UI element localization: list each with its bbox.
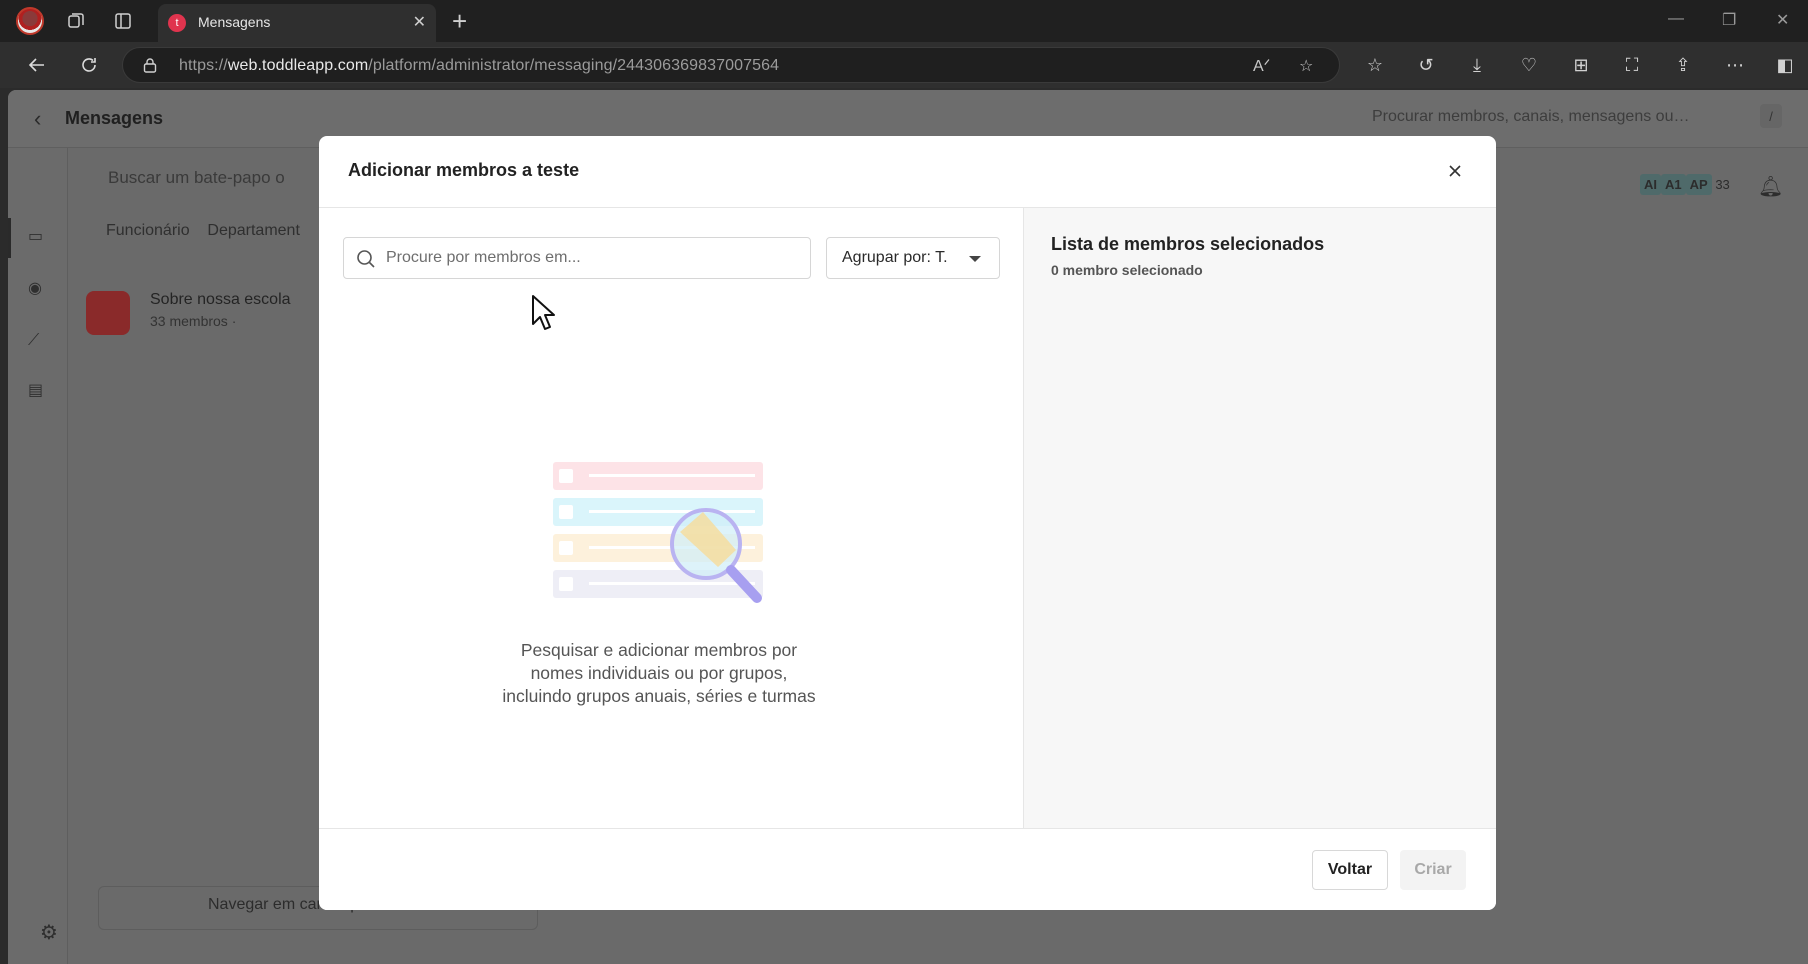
url-prefix: https:// xyxy=(179,57,228,74)
bell-icon[interactable]: 🔔︎ xyxy=(1758,174,1783,199)
empty-state-message: Pesquisar e adicionar membros por nomes … xyxy=(502,640,816,706)
mouse-cursor-icon xyxy=(532,295,555,330)
health-icon[interactable]: ♡ xyxy=(1516,52,1542,78)
more-icon[interactable]: ⋯ xyxy=(1722,52,1748,78)
global-search[interactable]: Procurar membros, canais, mensagens ou… xyxy=(1372,108,1689,126)
channel-subtitle: 33 membros · xyxy=(150,313,237,329)
avatar: AI xyxy=(1640,174,1661,195)
member-avatars[interactable]: AI A1 AP 33 xyxy=(1640,174,1730,195)
member-count: 33 xyxy=(1715,177,1730,192)
selected-members-pane: Lista de membros selecionados 0 membro s… xyxy=(1024,208,1496,828)
url-text[interactable]: https://web.toddleapp.com/platform/admin… xyxy=(179,57,779,75)
empty-search-illustration xyxy=(553,462,763,603)
search-pane: Agrupar por: T. Pes xyxy=(319,208,1024,828)
apps-icon[interactable]: ⊞ xyxy=(1568,52,1594,78)
share-icon[interactable]: ⇪ xyxy=(1670,52,1696,78)
sidebar-toggle-icon[interactable]: ◧ xyxy=(1772,52,1798,78)
selected-list-title: Lista de membros selecionados xyxy=(1051,234,1325,254)
chat-list: Buscar um bate-papo o Funcionário Depart… xyxy=(68,148,318,964)
search-icon xyxy=(357,250,375,268)
gear-icon[interactable]: ⚙ xyxy=(40,920,58,945)
left-rail: ▭ ◉ ⟋ ▤ xyxy=(8,148,68,964)
rail-active-indicator xyxy=(8,218,11,258)
avatar: A1 xyxy=(1661,174,1686,195)
back-button[interactable]: Voltar xyxy=(1312,850,1388,890)
workspaces-icon[interactable] xyxy=(63,8,89,34)
dialog-title: Adicionar membros a teste xyxy=(348,160,580,180)
address-bar[interactable]: https://web.toddleapp.com/platform/admin… xyxy=(122,47,1340,83)
selected-count: 0 membro selecionado xyxy=(1051,262,1203,278)
reload-icon[interactable] xyxy=(76,52,102,78)
channel-name[interactable]: Sobre nossa escola xyxy=(150,291,291,309)
url-host: web.toddleapp.com xyxy=(227,57,369,74)
vertical-tabs-icon[interactable] xyxy=(110,8,136,34)
group-by-dropdown[interactable]: Agrupar por: T. xyxy=(826,237,1000,279)
tab-strip: t Mensagens ✕ + — ❐ ✕ xyxy=(0,0,1808,42)
channel-avatar[interactable] xyxy=(86,291,130,335)
browser-window: t Mensagens ✕ + — ❐ ✕ https://web.toddle… xyxy=(0,0,1808,964)
window-close-icon[interactable]: ✕ xyxy=(1776,10,1789,30)
favorites-icon[interactable]: ☆ xyxy=(1362,52,1388,78)
create-button[interactable]: Criar xyxy=(1400,850,1466,890)
download-icon[interactable]: ⤓ xyxy=(1464,52,1490,78)
tab-title: Mensagens xyxy=(198,14,271,30)
back-arrow-icon[interactable] xyxy=(24,52,50,78)
member-search-field[interactable] xyxy=(343,237,811,279)
screenshot-icon[interactable]: ⛶ xyxy=(1619,52,1645,78)
read-aloud-icon[interactable]: Aᐟ xyxy=(1253,56,1270,76)
dialog-header: Adicionar membros a teste xyxy=(319,136,1496,208)
avatar: AP xyxy=(1685,174,1712,195)
profile-avatar[interactable] xyxy=(16,7,44,35)
filter-departamento[interactable]: Departament xyxy=(207,222,300,239)
favorite-star-icon[interactable]: ☆ xyxy=(1299,56,1313,76)
eye-icon[interactable]: ◉ xyxy=(28,278,50,300)
tab-mensagens[interactable]: t Mensagens ✕ xyxy=(158,4,436,42)
document-icon[interactable]: ▤ xyxy=(28,380,50,402)
lock-icon[interactable] xyxy=(143,57,157,73)
history-icon[interactable]: ↺ xyxy=(1413,52,1439,78)
toddle-favicon-icon: t xyxy=(168,14,186,32)
analytics-icon[interactable]: ⟋ xyxy=(28,332,50,354)
url-path: /platform/administrator/messaging/244306… xyxy=(368,57,780,74)
tab-close-icon[interactable]: ✕ xyxy=(413,12,426,32)
filter-funcionario[interactable]: Funcionário xyxy=(106,222,190,239)
add-members-dialog: Adicionar membros a teste Agrupar por: T… xyxy=(319,136,1496,910)
close-icon[interactable] xyxy=(1442,158,1468,184)
new-tab-icon[interactable]: + xyxy=(452,6,467,37)
shortcut-key: / xyxy=(1760,104,1782,128)
group-by-label: Agrupar por: T. xyxy=(842,249,948,266)
page-back-chevron-icon[interactable]: ‹ xyxy=(34,106,41,132)
member-search-input[interactable] xyxy=(386,238,806,278)
page-title: Mensagens xyxy=(65,108,164,128)
dialog-footer: Voltar Criar xyxy=(319,828,1496,910)
chat-filters: Funcionário Departament xyxy=(106,222,300,240)
chevron-down-icon xyxy=(969,256,981,262)
restore-icon[interactable]: ❐ xyxy=(1722,10,1736,30)
chat-icon[interactable]: ▭ xyxy=(28,226,50,248)
chat-search[interactable]: Buscar um bate-papo o xyxy=(108,168,285,188)
minimize-icon[interactable]: — xyxy=(1668,10,1684,28)
